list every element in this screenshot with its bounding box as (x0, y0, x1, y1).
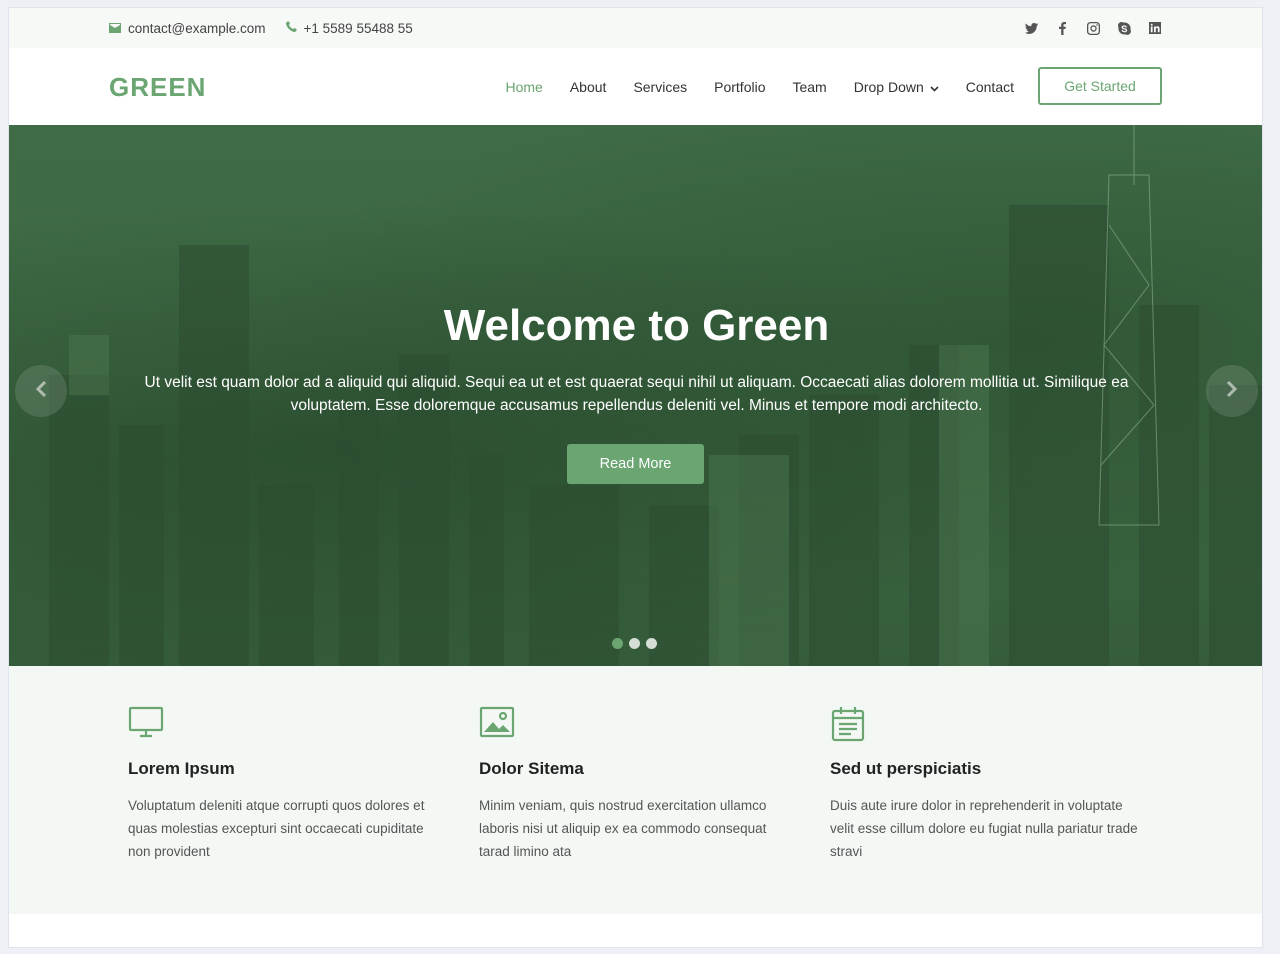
email-text: contact@example.com (128, 20, 266, 36)
nav-item-services[interactable]: Services (633, 79, 687, 95)
email-item[interactable]: contact@example.com (109, 21, 266, 36)
chevron-left-icon (35, 380, 47, 403)
carousel-dot-1[interactable] (612, 638, 623, 649)
monitor-icon (128, 706, 166, 742)
hero-title: Welcome to Green (443, 301, 830, 350)
linkedin-icon[interactable] (1148, 21, 1162, 35)
site-logo[interactable]: GREEN (109, 72, 206, 103)
contact-info: contact@example.com +1 5589 55488 55 (109, 8, 413, 48)
feature-title: Dolor Sitema (479, 759, 584, 778)
social-links (1024, 8, 1162, 48)
top-bar: contact@example.com +1 5589 55488 55 (9, 8, 1262, 48)
hero-text: Ut velit est quam dolor ad a aliquid qui… (144, 374, 1129, 414)
nav-item-about[interactable]: About (570, 79, 607, 95)
phone-item[interactable]: +1 5589 55488 55 (285, 20, 413, 36)
carousel-indicators (612, 638, 657, 649)
features-section: Lorem Ipsum Voluptatum deleniti atque co… (9, 666, 1262, 914)
carousel-next-button[interactable] (1206, 365, 1258, 417)
nav-item-drop-down[interactable]: Drop Down (854, 79, 939, 95)
page-frame: contact@example.com +1 5589 55488 55 GRE… (8, 7, 1263, 948)
feature-text: Voluptatum deleniti atque corrupti quos … (128, 798, 425, 859)
twitter-icon[interactable] (1024, 21, 1038, 35)
instagram-icon[interactable] (1086, 21, 1100, 35)
feature-text: Duis aute irure dolor in reprehenderit i… (830, 798, 1138, 859)
nav-item-portfolio[interactable]: Portfolio (714, 79, 765, 95)
nav-item-drop-down-label: Drop Down (853, 78, 924, 95)
skype-icon[interactable] (1117, 21, 1131, 35)
feature-text: Minim veniam, quis nostrud exercitation … (479, 798, 767, 859)
carousel-dot-2[interactable] (629, 638, 640, 649)
main-nav: Home About Services Portfolio Team Drop … (505, 48, 1014, 125)
chevron-down-icon (930, 79, 939, 95)
calendar-icon (830, 706, 868, 742)
feature-title: Lorem Ipsum (128, 759, 235, 778)
phone-icon (285, 20, 297, 36)
nav-item-home[interactable]: Home (505, 79, 542, 95)
chevron-right-icon (1226, 380, 1238, 403)
carousel-prev-button[interactable] (15, 365, 67, 417)
read-more-button[interactable]: Read More (567, 444, 704, 484)
image-icon (479, 706, 517, 742)
nav-item-contact[interactable]: Contact (966, 79, 1014, 95)
hero-carousel: Welcome to Green Ut velit est quam dolor… (9, 125, 1262, 666)
feature-title: Sed ut perspiciatis (830, 759, 982, 778)
site-header: GREEN Home About Services Portfolio Team… (9, 48, 1262, 125)
get-started-button[interactable]: Get Started (1038, 67, 1162, 105)
nav-item-team[interactable]: Team (792, 79, 826, 95)
envelope-icon (109, 21, 121, 36)
facebook-icon[interactable] (1055, 21, 1069, 35)
phone-text: +1 5589 55488 55 (303, 20, 413, 36)
carousel-dot-3[interactable] (646, 638, 657, 649)
